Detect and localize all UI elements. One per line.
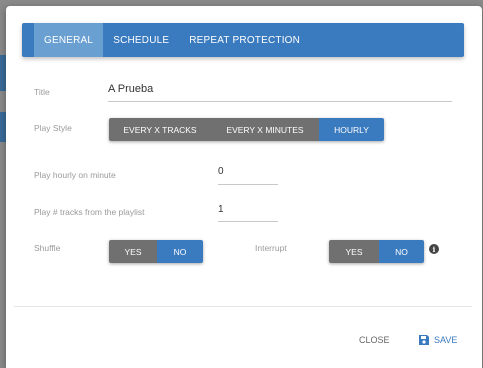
tab-repeat-protection[interactable]: REPEAT PROTECTION — [179, 23, 310, 57]
play-style-every-x-minutes[interactable]: EVERY X MINUTES — [211, 118, 319, 141]
save-button-label: SAVE — [434, 335, 458, 345]
tracks-label: Play # tracks from the playlist — [34, 207, 145, 217]
tracks-input[interactable]: 1 — [218, 204, 224, 215]
minute-label: Play hourly on minute — [34, 170, 116, 180]
title-input[interactable]: A Prueba — [108, 83, 153, 95]
tab-schedule[interactable]: SCHEDULE — [103, 23, 179, 57]
play-style-label: Play Style — [34, 123, 72, 133]
close-button[interactable]: CLOSE — [359, 335, 390, 345]
interrupt-label: Interrupt — [255, 243, 287, 253]
title-label: Title — [34, 87, 50, 97]
interrupt-yes[interactable]: YES — [329, 240, 379, 263]
tab-general[interactable]: GENERAL — [34, 23, 104, 57]
shuffle-toggle: YES NO — [109, 240, 203, 263]
footer-divider — [14, 306, 472, 307]
shuffle-no[interactable]: NO — [157, 240, 203, 263]
shuffle-label: Shuffle — [34, 243, 61, 253]
interrupt-toggle: YES NO — [329, 240, 424, 263]
floppy-disk-icon — [419, 335, 429, 345]
tab-bar: GENERAL SCHEDULE REPEAT PROTECTION — [22, 23, 464, 57]
play-style-hourly[interactable]: HOURLY — [319, 118, 384, 141]
edit-schedule-dialog: GENERAL SCHEDULE REPEAT PROTECTION Title… — [6, 6, 482, 368]
title-input-underline — [108, 101, 452, 102]
info-icon[interactable]: i — [429, 244, 439, 254]
save-button[interactable]: SAVE — [419, 335, 457, 345]
play-style-toggle: EVERY X TRACKS EVERY X MINUTES HOURLY — [109, 118, 384, 141]
close-button-label: CLOSE — [359, 335, 390, 345]
minute-input-underline — [218, 184, 278, 185]
shuffle-yes[interactable]: YES — [109, 240, 157, 263]
play-style-every-x-tracks[interactable]: EVERY X TRACKS — [109, 118, 211, 141]
tracks-input-underline — [218, 221, 278, 222]
minute-input[interactable]: 0 — [218, 166, 224, 177]
interrupt-no[interactable]: NO — [379, 240, 424, 263]
